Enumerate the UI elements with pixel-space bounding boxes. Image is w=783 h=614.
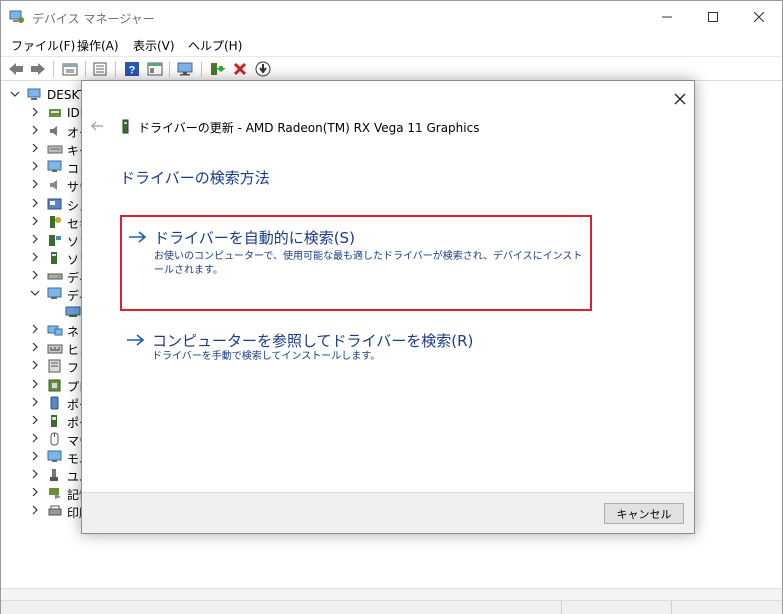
browse-computer-option[interactable]: コンピューターを参照してドライバーを検索(R) ドライバーを手動で検索してインス… bbox=[120, 329, 592, 369]
chevron-right-icon[interactable] bbox=[29, 359, 41, 371]
software-device-icon bbox=[47, 251, 63, 265]
maximize-button[interactable] bbox=[690, 1, 736, 33]
menu-bar: ファイル(F) 操作(A) 表示(V) ヘルプ(H) bbox=[1, 33, 782, 55]
cancel-button[interactable]: キャンセル bbox=[604, 503, 684, 524]
scan-hardware-icon[interactable] bbox=[177, 60, 195, 78]
list-view-icon[interactable] bbox=[91, 60, 109, 78]
title-bar[interactable]: デバイス マネージャー bbox=[1, 1, 782, 33]
back-arrow-icon[interactable] bbox=[7, 60, 25, 78]
disk-drive-icon bbox=[47, 269, 63, 283]
chevron-right-icon[interactable] bbox=[29, 160, 41, 172]
computer-icon bbox=[27, 88, 43, 102]
dialog-title: ドライバーの更新 - AMD Radeon(TM) RX Vega 11 Gra… bbox=[138, 121, 480, 135]
usb-icon bbox=[47, 468, 63, 482]
uninstall-icon[interactable] bbox=[231, 60, 249, 78]
details-icon[interactable] bbox=[146, 60, 164, 78]
audio-icon bbox=[47, 124, 63, 138]
chevron-right-icon[interactable] bbox=[29, 432, 41, 444]
chevron-right-icon[interactable] bbox=[29, 504, 41, 516]
chevron-right-icon[interactable] bbox=[29, 178, 41, 190]
menu-view[interactable]: 表示(V) bbox=[133, 37, 175, 54]
chevron-down-icon[interactable] bbox=[9, 88, 21, 100]
chevron-down-icon[interactable] bbox=[29, 287, 41, 299]
properties-icon[interactable] bbox=[61, 60, 79, 78]
update-driver-icon[interactable] bbox=[208, 60, 226, 78]
chevron-right-icon[interactable] bbox=[29, 233, 41, 245]
search-automatically-label[interactable]: ドライバーを自動的に検索(S) bbox=[154, 227, 355, 248]
keyboard-icon bbox=[47, 142, 63, 156]
dialog-close-button[interactable] bbox=[670, 89, 690, 109]
download-icon[interactable] bbox=[254, 60, 272, 78]
chevron-right-icon[interactable] bbox=[29, 468, 41, 480]
speaker-icon bbox=[47, 178, 63, 192]
toolbar: ? bbox=[1, 56, 782, 81]
software-component-icon bbox=[47, 233, 63, 247]
chevron-right-icon[interactable] bbox=[29, 450, 41, 462]
back-arrow-icon[interactable] bbox=[90, 119, 104, 133]
arrow-right-icon bbox=[128, 230, 148, 244]
update-driver-dialog: ドライバーの更新 - AMD Radeon(TM) RX Vega 11 Gra… bbox=[81, 80, 695, 534]
hid-icon bbox=[47, 341, 63, 355]
search-automatically-description: お使いのコンピューターで、使用可能な最も適したドライバーが検索され、デバイスにイ… bbox=[154, 251, 583, 276]
status-bar bbox=[1, 600, 782, 614]
graphics-card-icon bbox=[122, 119, 130, 134]
chevron-right-icon[interactable] bbox=[29, 215, 41, 227]
device-manager-window: デバイス マネージャー ファイル(F) 操作(A) 表示(V) ヘルプ(H) ?… bbox=[0, 0, 783, 614]
port-icon bbox=[47, 414, 63, 428]
computer-icon bbox=[47, 160, 63, 174]
chevron-right-icon[interactable] bbox=[29, 396, 41, 408]
chevron-right-icon[interactable] bbox=[29, 124, 41, 136]
portable-device-icon bbox=[47, 396, 63, 410]
minimize-button[interactable] bbox=[644, 1, 690, 33]
dialog-heading: ドライバーの検索方法 bbox=[120, 169, 270, 187]
search-automatically-option[interactable]: ドライバーを自動的に検索(S) お使いのコンピューターで、使用可能な最も適したド… bbox=[120, 215, 592, 311]
chevron-right-icon[interactable] bbox=[29, 486, 41, 498]
system-device-icon bbox=[47, 197, 63, 211]
storage-controller-icon bbox=[47, 486, 63, 500]
svg-text:?: ? bbox=[129, 65, 136, 77]
window-title: デバイス マネージャー bbox=[32, 12, 155, 26]
menu-action[interactable]: 操作(A) bbox=[77, 37, 119, 54]
chevron-right-icon[interactable] bbox=[29, 251, 41, 263]
browse-computer-description: ドライバーを手動で検索してインストールします。 bbox=[152, 351, 381, 362]
firmware-icon bbox=[47, 359, 63, 373]
chevron-right-icon[interactable] bbox=[29, 197, 41, 209]
security-key-icon bbox=[47, 215, 63, 229]
help-icon[interactable]: ? bbox=[123, 60, 141, 78]
close-window-button[interactable] bbox=[736, 1, 782, 33]
graphics-card-icon bbox=[65, 305, 81, 319]
menu-file[interactable]: ファイル(F) bbox=[11, 37, 75, 54]
mouse-icon bbox=[47, 432, 63, 446]
forward-arrow-icon[interactable] bbox=[29, 60, 47, 78]
tree-root-label: DESKT bbox=[47, 88, 86, 102]
processor-icon bbox=[47, 378, 63, 392]
ide-controller-icon bbox=[47, 106, 63, 120]
monitor-icon bbox=[47, 450, 63, 464]
chevron-right-icon[interactable] bbox=[29, 414, 41, 426]
chevron-right-icon[interactable] bbox=[29, 378, 41, 390]
display-adapter-icon bbox=[47, 287, 63, 301]
chevron-right-icon[interactable] bbox=[29, 341, 41, 353]
arrow-right-icon bbox=[126, 333, 146, 347]
chevron-right-icon[interactable] bbox=[29, 269, 41, 281]
chevron-right-icon[interactable] bbox=[29, 142, 41, 154]
network-adapter-icon bbox=[47, 323, 63, 337]
chevron-right-icon[interactable] bbox=[29, 323, 41, 335]
device-manager-app-icon bbox=[9, 10, 25, 24]
horizontal-scrollbar[interactable] bbox=[1, 588, 782, 600]
print-queue-icon bbox=[47, 504, 63, 518]
menu-help[interactable]: ヘルプ(H) bbox=[188, 37, 242, 54]
browse-computer-label[interactable]: コンピューターを参照してドライバーを検索(R) bbox=[152, 330, 473, 351]
chevron-right-icon[interactable] bbox=[29, 106, 41, 118]
dialog-footer: キャンセル bbox=[82, 492, 694, 533]
